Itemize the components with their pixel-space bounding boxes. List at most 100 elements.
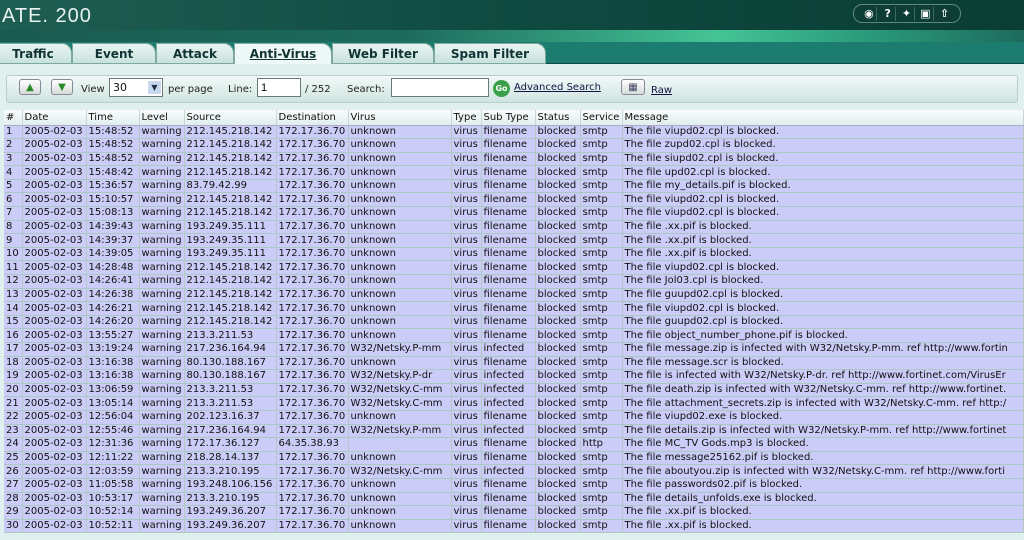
column-header-sub-type[interactable]: Sub Type [481,110,536,126]
cell-level: warning [139,369,185,384]
search-input[interactable] [391,78,489,97]
column-header-date[interactable]: Date [22,110,87,126]
table-header: # Date Time Level Source Destination Virus Type… [4,110,1024,126]
go-button[interactable]: Go [493,80,510,97]
cell-service: smtp [580,301,623,316]
table-row[interactable]: 17 2005-02-03 13:19:24 warning 217.236.164.9… [4,342,1024,357]
log-tabs: Traffic Event Attack Anti-Virus Web Filt… [0,42,1024,65]
cell-time: 13:06:59 [86,383,140,398]
cli-icon[interactable]: ▣ [918,6,934,21]
cell-date: 2005-02-03 [22,410,87,425]
chat-icon[interactable]: ◉ [861,6,878,21]
cell-level: warning [139,396,185,411]
table-row[interactable]: 16 2005-02-03 13:55:27 warning 213.3.211.53 1… [4,328,1024,343]
per-page-select[interactable]: 30 ▼ [109,78,163,97]
column-header-virus[interactable]: Virus [348,110,452,126]
table-row[interactable]: 29 2005-02-03 10:52:14 warning 193.249.36.20… [4,505,1024,520]
table-row[interactable]: 2 2005-02-03 15:48:52 warning 212.145.218.14… [4,138,1024,153]
tab-traffic[interactable]: Traffic [0,43,72,64]
cell-row-number: 1 [4,125,23,140]
table-row[interactable]: 12 2005-02-03 14:26:41 warning 212.145.218.1… [4,274,1024,289]
table-row[interactable]: 11 2005-02-03 14:28:48 warning 212.145.218.1… [4,260,1024,276]
cell-destination: 172.17.36.70 [276,288,349,303]
tab-web-filter[interactable]: Web Filter [332,43,434,64]
cell-status: blocked [535,383,581,398]
raw-link[interactable]: Raw [651,85,672,96]
table-row[interactable]: 23 2005-02-03 12:55:46 warning 217.236.164.9… [4,424,1024,439]
cell-status: blocked [535,328,581,343]
table-row[interactable]: 26 2005-02-03 12:03:59 warning 213.3.210.195… [4,464,1024,479]
table-row[interactable]: 10 2005-02-03 14:39:05 warning 193.249.35.11… [4,247,1024,262]
cell-time: 15:48:52 [86,152,140,167]
cell-virus: unknown [348,152,452,167]
table-row[interactable]: 3 2005-02-03 15:48:52 warning 212.145.218.14… [4,152,1024,167]
page-up-button[interactable]: ▲ [19,79,41,95]
advanced-search-link[interactable]: Advanced Search [514,82,601,93]
column-header-row-number[interactable]: # [4,110,23,126]
column-header-service[interactable]: Service [580,110,623,126]
cell-source: 213.3.210.195 [184,492,277,507]
tab-spam-filter[interactable]: Spam Filter [434,43,546,64]
cell-source: 193.249.35.111 [184,220,277,235]
cell-destination: 172.17.36.70 [276,383,349,398]
column-header-message[interactable]: Message [622,110,1024,126]
column-header-type[interactable]: Type [451,110,482,126]
cell-service: smtp [580,342,623,357]
column-header-status[interactable]: Status [535,110,581,126]
line-input[interactable] [257,78,301,97]
table-row[interactable]: 18 2005-02-03 13:16:38 warning 80.130.188.16… [4,356,1024,371]
table-row[interactable]: 25 2005-02-03 12:11:22 warning 218.28.14.137… [4,451,1024,466]
column-header-destination[interactable]: Destination [276,110,349,126]
tab-anti-virus[interactable]: Anti-Virus [234,43,332,65]
cell-service: smtp [580,519,623,534]
cell-source: 193.249.36.207 [184,519,277,534]
cell-sub-type: filename [481,288,536,303]
column-header-level[interactable]: Level [139,110,185,126]
cell-row-number: 4 [4,165,23,180]
table-row[interactable]: 6 2005-02-03 15:10:57 warning 212.145.218.14… [4,192,1024,208]
chevron-down-icon: ▼ [148,81,161,94]
cell-row-number: 26 [4,464,23,479]
tab-attack[interactable]: Attack [156,43,234,64]
cell-status: blocked [535,464,581,479]
cell-destination: 172.17.36.70 [276,369,349,384]
cell-level: warning [139,356,185,371]
arrow-up-icon: ▲ [26,81,34,93]
cell-message: The file attachment_secrets.zip is infec… [622,396,1024,411]
table-row[interactable]: 13 2005-02-03 14:26:38 warning 212.145.218.1… [4,288,1024,303]
table-row[interactable]: 8 2005-02-03 14:39:43 warning 193.249.35.111… [4,220,1024,235]
view-label: View [81,84,105,95]
cell-status: blocked [535,274,581,289]
table-row[interactable]: 30 2005-02-03 10:52:11 warning 193.249.36.20… [4,519,1024,534]
table-row[interactable]: 20 2005-02-03 13:06:59 warning 213.3.211.53 1… [4,383,1024,398]
cell-destination: 172.17.36.70 [276,505,349,520]
logout-icon[interactable]: ⇧ [937,7,953,21]
table-row[interactable]: 5 2005-02-03 15:36:57 warning 83.79.42.99 172… [4,179,1024,194]
cell-type: virus [451,410,482,425]
table-row[interactable]: 15 2005-02-03 14:26:20 warning 212.145.218.1… [4,315,1024,330]
table-row[interactable]: 28 2005-02-03 10:53:17 warning 213.3.210.195… [4,492,1024,507]
column-header-source[interactable]: Source [184,110,277,126]
cell-virus: unknown [348,179,452,194]
raw-button[interactable]: ▦ [621,79,645,95]
table-row[interactable]: 19 2005-02-03 13:16:38 warning 80.130.188.16… [4,369,1024,384]
help-icon[interactable]: ? [880,6,897,21]
table-row[interactable]: 14 2005-02-03 14:26:21 warning 212.145.218.1… [4,301,1024,316]
table-row[interactable]: 22 2005-02-03 12:56:04 warning 202.123.16.37… [4,410,1024,425]
page-down-button[interactable]: ▼ [51,79,73,95]
per-page-label: per page [168,84,213,95]
table-row[interactable]: 21 2005-02-03 13:05:14 warning 213.3.211.53 1… [4,396,1024,411]
console-icon[interactable]: ✦ [899,6,915,21]
column-header-time[interactable]: Time [86,110,140,126]
table-row[interactable]: 24 2005-02-03 12:31:36 warning 172.17.36.127… [4,437,1024,452]
table-row[interactable]: 7 2005-02-03 15:08:13 warning 212.145.218.14… [4,206,1024,221]
table-row[interactable]: 1 2005-02-03 15:48:52 warning 212.145.218.14… [4,125,1024,140]
cell-level: warning [139,383,185,398]
table-row[interactable]: 4 2005-02-03 15:48:42 warning 212.145.218.14… [4,165,1024,180]
table-row[interactable]: 9 2005-02-03 14:39:37 warning 193.249.35.111… [4,233,1024,248]
cell-time: 13:55:27 [86,328,140,343]
tab-event[interactable]: Event [72,43,156,64]
cell-virus: unknown [348,492,452,507]
cell-row-number: 7 [4,206,23,221]
table-row[interactable]: 27 2005-02-03 11:05:58 warning 193.248.106.1… [4,478,1024,493]
